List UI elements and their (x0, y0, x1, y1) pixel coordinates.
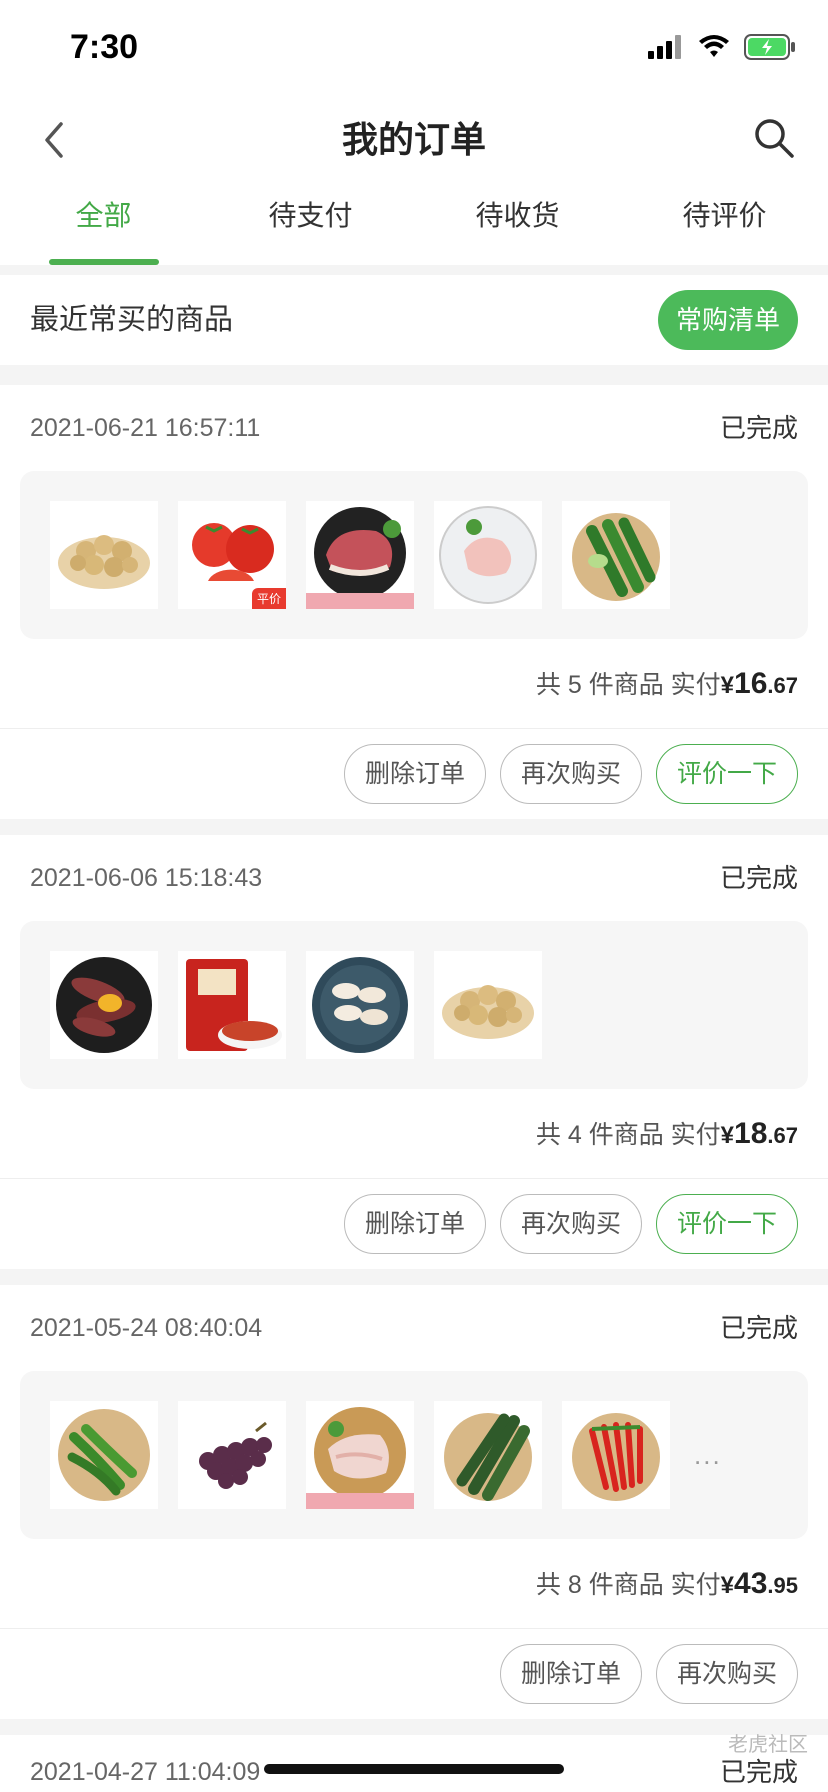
order-header: 2021-06-06 15:18:43 已完成 (0, 835, 828, 921)
delete-order-button[interactable]: 删除订单 (499, 1644, 642, 1704)
product-thumb-tomatoes: 平价 (178, 501, 286, 609)
item-count: 共 8 件商品 (535, 1571, 664, 1599)
order-header: 2021-06-21 16:57:11 已完成 (0, 385, 828, 471)
order-goods[interactable]: ... (20, 1371, 808, 1539)
order-goods[interactable]: 平价 (20, 471, 808, 639)
buy-again-button[interactable]: 再次购买 (499, 744, 642, 804)
order-date: 2021-06-21 16:57:11 (30, 414, 261, 442)
amount-integer: 18 (734, 1117, 768, 1150)
currency-symbol: ¥ (720, 1122, 735, 1149)
tab-pending-payment[interactable]: 待支付 (207, 190, 414, 265)
review-button[interactable]: 评价一下 (655, 744, 798, 804)
order-status: 已完成 (719, 1313, 798, 1343)
recent-purchases-title: 最近常买的商品 (30, 304, 234, 336)
amount-integer: 16 (734, 667, 768, 700)
amount-decimal: .67 (767, 1123, 798, 1148)
buy-again-button[interactable]: 再次购买 (655, 1644, 798, 1704)
order-status: 已完成 (719, 863, 798, 893)
product-thumb-cucumbers (434, 1401, 542, 1509)
order-card: 2021-06-06 15:18:43 已完成 共 4 件商品 实付¥18.67… (0, 835, 828, 1269)
delete-order-button[interactable]: 删除订单 (343, 744, 486, 804)
product-thumb-chicken-breast (434, 501, 542, 609)
search-icon (755, 119, 794, 158)
order-card: 2021-05-24 08:40:04 已完成 ... 共 8 件商品 实付¥4… (0, 1285, 828, 1719)
product-thumb-potatoes (50, 501, 158, 609)
product-thumb-grapes (178, 1401, 286, 1509)
product-thumb-chili-powder-pack (178, 951, 286, 1059)
order-status: 已完成 (719, 413, 798, 443)
amount-decimal: .67 (767, 673, 798, 698)
order-card: 2021-06-21 16:57:11 已完成 平价 共 5 件商品 实付¥16… (0, 385, 828, 819)
amount-integer: 43 (734, 1567, 768, 1600)
product-thumb-red-chilies (562, 1401, 670, 1509)
paid-label: 实付 (670, 671, 721, 699)
order-date: 2021-05-24 08:40:04 (30, 1314, 263, 1342)
status-time: 7:30 (70, 28, 139, 66)
cellular-signal-icon (648, 35, 681, 59)
frequent-list-button[interactable]: 常购清单 (657, 290, 798, 350)
tab-pending-review[interactable]: 待评价 (621, 190, 828, 265)
order-actions: 删除订单 再次购买 (0, 1629, 828, 1719)
wifi-icon (699, 35, 729, 57)
nav-bar: 我的订单 全部 待支付 待收货 待评价 (0, 100, 828, 265)
order-summary: 共 5 件商品 实付¥16.67 (0, 639, 828, 729)
review-button[interactable]: 评价一下 (655, 1194, 798, 1254)
tab-pending-delivery[interactable]: 待收货 (414, 190, 621, 265)
status-icons (648, 34, 796, 60)
order-header: 2021-05-24 08:40:04 已完成 (0, 1285, 828, 1371)
order-date: 2021-06-06 15:18:43 (30, 864, 263, 892)
product-thumb-pork-belly (306, 1401, 414, 1509)
order-summary: 共 4 件商品 实付¥18.67 (0, 1089, 828, 1179)
recent-purchases-bar: 最近常买的商品 常购清单 (0, 275, 828, 365)
order-actions: 删除订单 再次购买 评价一下 (0, 1179, 828, 1269)
order-goods[interactable] (20, 921, 808, 1089)
product-thumb-pork (306, 501, 414, 609)
product-thumb-chicken-wings (306, 951, 414, 1059)
order-actions: 删除订单 再次购买 评价一下 (0, 729, 828, 819)
currency-symbol: ¥ (720, 672, 735, 699)
buy-again-button[interactable]: 再次购买 (499, 1194, 642, 1254)
product-thumb-green-peppers (50, 1401, 158, 1509)
product-thumb-cucumbers (562, 501, 670, 609)
paid-label: 实付 (670, 1121, 721, 1149)
product-thumb-potatoes (434, 951, 542, 1059)
tab-all[interactable]: 全部 (0, 190, 207, 265)
price-badge: 平价 (251, 588, 286, 609)
watermark: 老虎社区 (728, 1734, 808, 1756)
page-title: 我的订单 (341, 119, 486, 160)
item-count: 共 5 件商品 (535, 671, 664, 699)
home-indicator[interactable] (264, 1764, 564, 1774)
status-bar: 7:30 (0, 0, 828, 100)
delete-order-button[interactable]: 删除订单 (343, 1194, 486, 1254)
product-thumb-sweet-potatoes (50, 951, 158, 1059)
order-date: 2021-04-27 11:04:09 (30, 1758, 261, 1786)
order-summary: 共 8 件商品 实付¥43.95 (0, 1539, 828, 1629)
currency-symbol: ¥ (720, 1572, 735, 1599)
paid-label: 实付 (670, 1571, 721, 1599)
item-count: 共 4 件商品 (535, 1121, 664, 1149)
amount-decimal: .95 (767, 1573, 798, 1598)
battery-icon (744, 34, 795, 60)
more-items-indicator: ... (694, 1439, 722, 1470)
order-tabs: 全部 待支付 待收货 待评价 (0, 190, 828, 265)
search-button[interactable] (744, 108, 804, 168)
